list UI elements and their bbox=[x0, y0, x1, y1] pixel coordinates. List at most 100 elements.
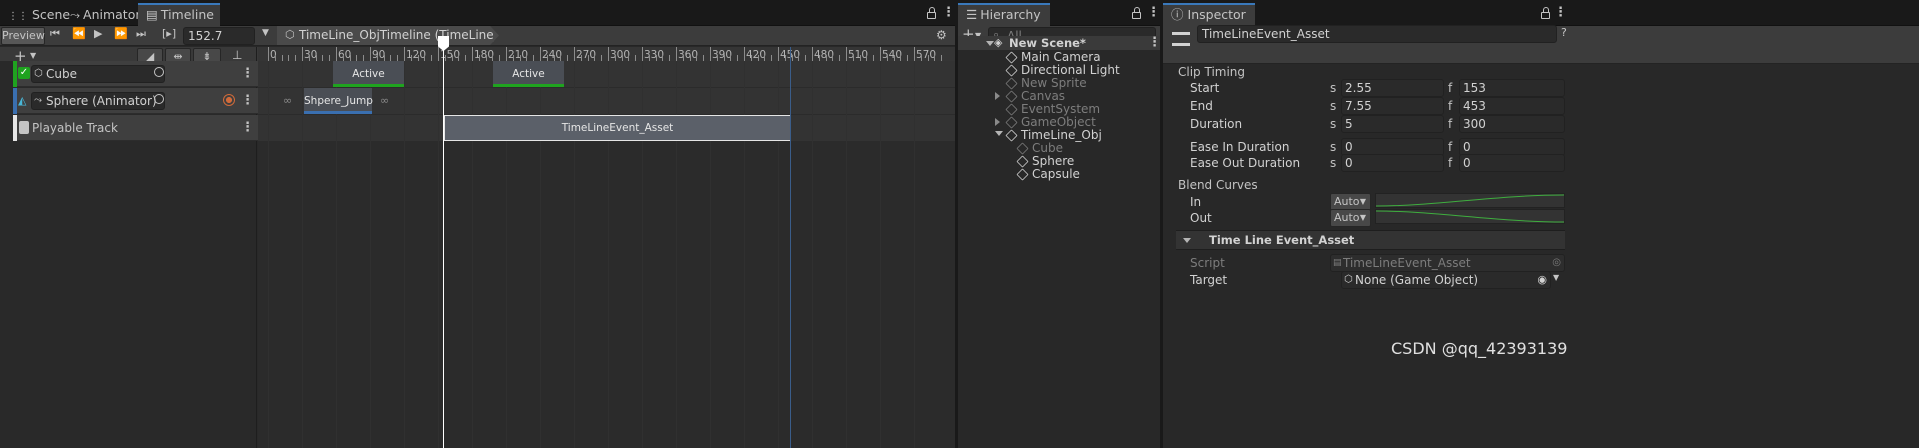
ruler-minor-tick bbox=[316, 55, 317, 61]
grid-line bbox=[404, 61, 405, 448]
ruler-minor-tick bbox=[805, 55, 806, 61]
clip-sphere-jump[interactable]: Shpere_Jump bbox=[304, 88, 373, 114]
ruler-tick-line bbox=[438, 47, 439, 61]
frame-field[interactable]: 152.7 bbox=[183, 27, 255, 45]
timeline-toolbar: Preview ⏮ ⏪ ▶ ⏩ ⏭ [▸] 152.7 ▼ ⬡ TimeLine… bbox=[0, 26, 955, 46]
object-name-field[interactable]: TimeLineEvent_Asset bbox=[1197, 25, 1557, 43]
hierarchy-tree: Main Camera Directional Light New Sprite… bbox=[995, 49, 1160, 249]
chevron-down-icon[interactable]: ▼ bbox=[30, 51, 36, 60]
seconds-unit: s bbox=[1330, 117, 1337, 131]
cube-icon: ⬡ bbox=[1344, 274, 1353, 285]
grid-line bbox=[846, 61, 847, 448]
pin-icon[interactable]: ⊥ bbox=[232, 48, 242, 62]
clip-timing-label: Clip Timing bbox=[1178, 65, 1246, 79]
timeline-end-marker[interactable] bbox=[790, 47, 791, 448]
expand-icon[interactable] bbox=[986, 41, 994, 46]
ruler-minor-tick bbox=[921, 55, 922, 61]
gear-icon[interactable]: ⚙ bbox=[936, 28, 947, 42]
ease-out-seconds-field[interactable]: 0 bbox=[1341, 154, 1444, 172]
curve-graph bbox=[1375, 210, 1565, 223]
clip-cube-active-1[interactable]: Active bbox=[333, 61, 404, 87]
tab-animator[interactable]: ⤳ Animator bbox=[62, 4, 147, 26]
grid-line bbox=[302, 61, 303, 448]
collapse-icon[interactable] bbox=[995, 131, 1003, 136]
lock-icon[interactable] bbox=[927, 7, 936, 19]
ruler-minor-tick bbox=[601, 55, 602, 61]
start-frames-field[interactable]: 153 bbox=[1459, 79, 1565, 97]
track-name-sphere[interactable]: ⤳ Sphere (Animator) bbox=[31, 92, 165, 110]
seconds-unit: s bbox=[1330, 156, 1337, 170]
ruler-tick-line bbox=[846, 47, 847, 61]
checkbox-icon[interactable]: ✓ bbox=[18, 67, 30, 79]
record-icon[interactable] bbox=[223, 94, 235, 106]
asset-icon bbox=[1172, 32, 1190, 46]
prev-frame-icon[interactable]: ⏪ bbox=[72, 27, 86, 40]
ruler-tick-line bbox=[540, 47, 541, 61]
scene-row[interactable]: ◈ New Scene* ⋮ bbox=[958, 35, 1161, 50]
end-seconds-field[interactable]: 7.55 bbox=[1341, 97, 1444, 115]
goto-start-icon[interactable]: ⏮ bbox=[50, 27, 60, 41]
duration-seconds-field[interactable]: 5 bbox=[1341, 115, 1444, 133]
expand-icon[interactable] bbox=[995, 118, 1000, 126]
ruler-minor-tick bbox=[764, 55, 765, 61]
object-picker-icon[interactable] bbox=[154, 94, 164, 104]
duration-frames-field[interactable]: 300 bbox=[1459, 115, 1565, 133]
tab-timeline[interactable]: ▤ Timeline bbox=[138, 3, 220, 26]
target-field[interactable]: ⬡ None (Game Object) ◉ bbox=[1341, 271, 1551, 289]
frames-unit: f bbox=[1448, 81, 1453, 95]
tab-hierarchy[interactable]: ☰ Hierarchy bbox=[958, 3, 1050, 26]
tab-inspector[interactable]: ⓘ Inspector bbox=[1163, 3, 1255, 26]
ruler-minor-tick bbox=[819, 55, 820, 61]
object-picker-icon[interactable]: ◉ bbox=[1537, 272, 1547, 288]
blend-out-label: Out bbox=[1190, 211, 1212, 225]
ruler-minor-tick bbox=[588, 55, 589, 61]
ruler-minor-tick bbox=[275, 55, 276, 61]
track-name-cube[interactable]: ⬡ Cube bbox=[31, 65, 165, 83]
more-icon[interactable]: ⋮ bbox=[241, 93, 254, 108]
playhead-line[interactable] bbox=[443, 47, 444, 448]
ruler-minor-tick bbox=[465, 55, 466, 61]
clip-timeline-event-asset[interactable]: TimeLineEvent_Asset bbox=[444, 115, 791, 141]
next-frame-icon[interactable]: ⏩ bbox=[114, 27, 128, 40]
more-icon[interactable]: ⋮ bbox=[942, 5, 955, 20]
ruler-tick-line bbox=[574, 47, 575, 61]
infinity-icon: ∞ bbox=[283, 94, 293, 107]
more-icon[interactable]: ⋮ bbox=[241, 66, 254, 81]
object-picker-icon[interactable] bbox=[154, 67, 164, 77]
ruler-minor-tick bbox=[703, 55, 704, 61]
blend-in-curve[interactable] bbox=[1375, 193, 1565, 208]
chevron-down-icon[interactable]: ▼ bbox=[262, 28, 269, 38]
more-icon[interactable]: ⋮ bbox=[241, 120, 254, 135]
ruler-tick-line bbox=[744, 47, 745, 61]
goto-end-icon[interactable]: ⏭ bbox=[136, 27, 146, 41]
hierarchy-item[interactable]: Capsule bbox=[1016, 166, 1080, 182]
play-range-icon[interactable]: [▸] bbox=[162, 27, 176, 40]
breadcrumb[interactable]: ⬡ TimeLine_ObjTimeline (TimeLine_Obj) bbox=[277, 26, 499, 45]
chevron-down-icon: ▼ bbox=[1359, 197, 1366, 206]
blend-out-curve[interactable] bbox=[1375, 209, 1565, 224]
chevron-down-icon[interactable]: ▼ bbox=[1553, 273, 1559, 282]
start-seconds-field[interactable]: 2.55 bbox=[1341, 79, 1444, 97]
help-icon[interactable]: ? bbox=[1561, 26, 1567, 39]
ease-out-frames-field[interactable]: 0 bbox=[1459, 154, 1565, 172]
play-icon[interactable]: ▶ bbox=[94, 27, 102, 40]
collapse-icon[interactable] bbox=[1183, 238, 1191, 243]
clip-cube-active-2[interactable]: Active bbox=[493, 61, 564, 87]
end-frames-field[interactable]: 453 bbox=[1459, 97, 1565, 115]
ruler-minor-tick bbox=[934, 55, 935, 61]
preview-button[interactable]: Preview bbox=[1, 27, 45, 45]
more-icon[interactable]: ⋮ bbox=[1147, 5, 1160, 20]
ruler-minor-tick bbox=[832, 55, 833, 61]
more-icon[interactable]: ⋮ bbox=[1554, 5, 1567, 20]
lock-icon[interactable] bbox=[1541, 7, 1550, 19]
ruler-minor-tick bbox=[486, 55, 487, 61]
blend-out-dropdown[interactable]: Auto ▼ bbox=[1330, 209, 1371, 227]
ruler-tick-line bbox=[914, 47, 915, 61]
ruler-minor-tick bbox=[649, 55, 650, 61]
component-header[interactable]: Time Line Event_Asset bbox=[1176, 230, 1565, 250]
ruler-minor-tick bbox=[288, 55, 289, 61]
expand-icon[interactable] bbox=[995, 92, 1000, 100]
lock-icon[interactable] bbox=[1132, 7, 1141, 19]
ruler-minor-tick bbox=[717, 55, 718, 61]
grid-line bbox=[880, 61, 881, 448]
